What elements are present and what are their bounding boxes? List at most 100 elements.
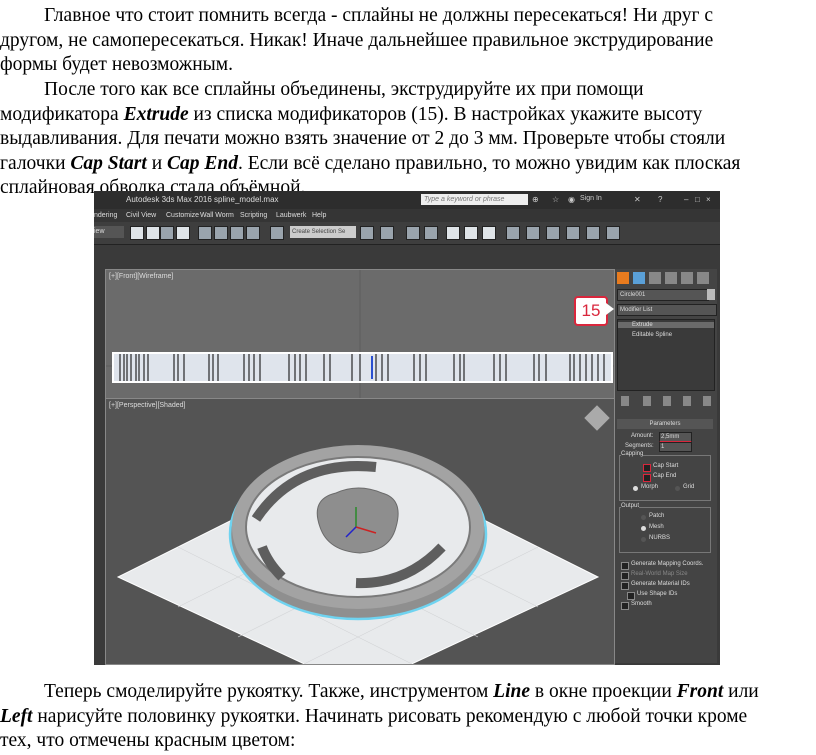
p3-text: или xyxy=(723,681,759,702)
real-world-checkbox[interactable] xyxy=(621,572,629,580)
stack-toolbar xyxy=(617,396,713,408)
menu-item[interactable]: Scripting xyxy=(240,212,267,219)
spline-side-view[interactable] xyxy=(112,352,613,383)
menu-item[interactable]: Wall Worm xyxy=(200,212,234,219)
render-setup-icon[interactable] xyxy=(506,226,520,240)
sign-in-link[interactable]: Sign In xyxy=(580,195,602,202)
nurbs-label: NURBS xyxy=(649,535,671,541)
make-unique-icon[interactable] xyxy=(663,396,671,406)
perspective-viewport[interactable]: [+][Perspective][Shaded] xyxy=(105,398,615,665)
object-color-swatch[interactable] xyxy=(707,289,715,300)
modifier-stack: Extrude Editable Spline xyxy=(617,319,715,391)
star-icon[interactable]: ☆ xyxy=(552,195,559,204)
segments-field[interactable]: 1 xyxy=(659,442,692,452)
p2-text: и xyxy=(146,152,167,174)
3d-model xyxy=(116,445,600,664)
gen-mapping-label: Generate Mapping Coords. xyxy=(631,561,704,567)
edit-named-sets-icon[interactable] xyxy=(270,226,284,240)
real-world-label: Real-World Map Size xyxy=(631,571,688,577)
a360-icon[interactable] xyxy=(606,226,620,240)
display-tab-icon[interactable] xyxy=(681,272,693,284)
stack-item-editable-spline[interactable]: Editable Spline xyxy=(632,332,672,338)
p3-line-2: Left нарисуйте половинку рукоятки. Начин… xyxy=(0,705,812,730)
front-viewport[interactable]: [+][Front][Wireframe] xyxy=(105,269,615,399)
stack-item-extrude[interactable]: Extrude xyxy=(618,322,714,328)
view-dropdown[interactable]: iew xyxy=(94,226,124,238)
morph-radio[interactable] xyxy=(633,486,638,491)
help-icon[interactable]: ? xyxy=(658,195,662,204)
parameters-rollout: Parameters Amount: 2,5mm Segments: 1 Cap… xyxy=(617,419,713,663)
grid-radio[interactable] xyxy=(675,486,680,491)
p2-line-1: После того как все сплайны объединены, э… xyxy=(44,79,644,100)
patch-label: Patch xyxy=(649,513,665,519)
rollout-header[interactable]: Parameters xyxy=(617,419,713,429)
layer-icon[interactable] xyxy=(406,226,420,240)
binoculars-icon[interactable]: ⊕ xyxy=(532,195,539,204)
smooth-checkbox[interactable] xyxy=(621,602,629,610)
mirror-icon[interactable] xyxy=(360,226,374,240)
user-icon[interactable]: ◉ xyxy=(568,195,575,204)
show-end-result-icon[interactable] xyxy=(643,396,651,406)
minimize-icon[interactable]: – xyxy=(684,195,688,204)
toggle-ribbon-icon[interactable] xyxy=(424,226,438,240)
p2-line-3: выдавливания. Для печати можно взять зна… xyxy=(0,128,726,149)
nurbs-radio[interactable] xyxy=(641,537,646,542)
title-bar: Autodesk 3ds Max 2016 spline_model.max T… xyxy=(94,191,720,209)
hierarchy-tab-icon[interactable] xyxy=(649,272,661,284)
cap-end-checkbox[interactable] xyxy=(643,474,651,482)
use-shape-ids-label: Use Shape IDs xyxy=(637,591,678,597)
modify-tab-icon[interactable] xyxy=(633,272,645,284)
align-icon[interactable] xyxy=(380,226,394,240)
configure-sets-icon[interactable] xyxy=(703,396,711,406)
menu-item[interactable]: Laubwerk xyxy=(276,212,306,219)
cap-start-checkbox[interactable] xyxy=(643,464,651,472)
render-cloud-icon[interactable] xyxy=(586,226,600,240)
move-icon[interactable] xyxy=(160,226,174,240)
modifier-list-dropdown[interactable]: Modifier List xyxy=(617,304,717,316)
p3-text: Теперь смоделируйте рукоятку. Также, инс… xyxy=(44,681,494,702)
rendered-frame-icon[interactable] xyxy=(526,226,540,240)
pin-stack-icon[interactable] xyxy=(621,396,629,406)
placement-icon[interactable] xyxy=(176,226,190,240)
maximize-icon[interactable]: □ xyxy=(695,195,700,204)
p3-text: в окне проекции xyxy=(530,681,677,702)
render-icon[interactable] xyxy=(546,226,560,240)
menu-item[interactable]: Help xyxy=(312,212,326,219)
schematic-view-icon[interactable] xyxy=(464,226,478,240)
p2-text: . Если всё сделано правильно, то можно у… xyxy=(237,152,741,174)
curve-editor-icon[interactable] xyxy=(446,226,460,240)
snap-icon[interactable] xyxy=(198,226,212,240)
material-editor-icon[interactable] xyxy=(482,226,496,240)
object-name-field[interactable]: Circle001 xyxy=(617,289,709,301)
spinner-snap-icon[interactable] xyxy=(246,226,260,240)
menu-item[interactable]: Customize xyxy=(166,212,199,219)
segments-label: Segments: xyxy=(625,443,654,449)
p2-text: галочки xyxy=(0,152,71,174)
p1-line-1: Главное что стоит помнить всегда - сплай… xyxy=(44,5,714,26)
left-term: Left xyxy=(0,705,33,727)
menu-item[interactable]: Civil View xyxy=(126,212,156,219)
selection-set-dropdown[interactable]: Create Selection Se xyxy=(290,226,356,238)
angle-snap-icon[interactable] xyxy=(214,226,228,240)
close-icon[interactable]: × xyxy=(706,195,711,204)
use-shape-ids-checkbox[interactable] xyxy=(627,592,635,600)
extrude-term: Extrude xyxy=(123,103,189,125)
cap-end-label: Cap End xyxy=(653,473,677,479)
mesh-radio[interactable] xyxy=(641,526,646,531)
remove-modifier-icon[interactable] xyxy=(683,396,691,406)
create-tab-icon[interactable] xyxy=(617,272,629,284)
render-iterative-icon[interactable] xyxy=(566,226,580,240)
gen-mapping-checkbox[interactable] xyxy=(621,562,629,570)
select-icon[interactable] xyxy=(130,226,144,240)
motion-tab-icon[interactable] xyxy=(665,272,677,284)
percent-snap-icon[interactable] xyxy=(230,226,244,240)
window-title: Autodesk 3ds Max 2016 spline_model.max xyxy=(126,195,279,204)
select-region-icon[interactable] xyxy=(146,226,160,240)
search-input[interactable]: Type a keyword or phrase xyxy=(421,194,528,205)
menu-item[interactable]: ndering xyxy=(94,212,117,219)
p2-line-4: галочки Cap Start и Cap End. Если всё сд… xyxy=(0,152,812,177)
utilities-tab-icon[interactable] xyxy=(697,272,709,284)
gen-material-checkbox[interactable] xyxy=(621,582,629,590)
exchange-icon[interactable]: ✕ xyxy=(634,195,641,204)
patch-radio[interactable] xyxy=(641,515,646,520)
